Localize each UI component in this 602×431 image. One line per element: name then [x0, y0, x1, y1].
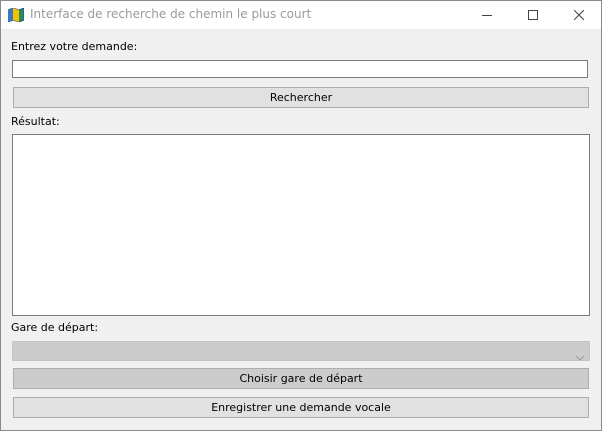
record-voice-button[interactable]: Enregistrer une demande vocale: [13, 397, 589, 418]
choose-departure-button[interactable]: Choisir gare de départ: [13, 368, 589, 389]
result-label: Résultat:: [11, 115, 60, 128]
departure-select[interactable]: [12, 341, 590, 361]
query-label: Entrez votre demande:: [11, 40, 138, 53]
minimize-icon[interactable]: [464, 1, 510, 29]
result-text-area[interactable]: [12, 134, 590, 316]
close-icon[interactable]: [556, 1, 602, 29]
chevron-down-icon[interactable]: [575, 347, 585, 366]
search-button[interactable]: Rechercher: [13, 87, 589, 108]
map-icon: [7, 7, 25, 23]
maximize-icon[interactable]: [510, 1, 556, 29]
title-bar[interactable]: Interface de recherche de chemin le plus…: [1, 1, 601, 29]
window-title: Interface de recherche de chemin le plus…: [30, 7, 312, 21]
departure-label: Gare de départ:: [11, 321, 99, 334]
query-input[interactable]: [12, 60, 588, 78]
app-window: Interface de recherche de chemin le plus…: [0, 0, 602, 431]
